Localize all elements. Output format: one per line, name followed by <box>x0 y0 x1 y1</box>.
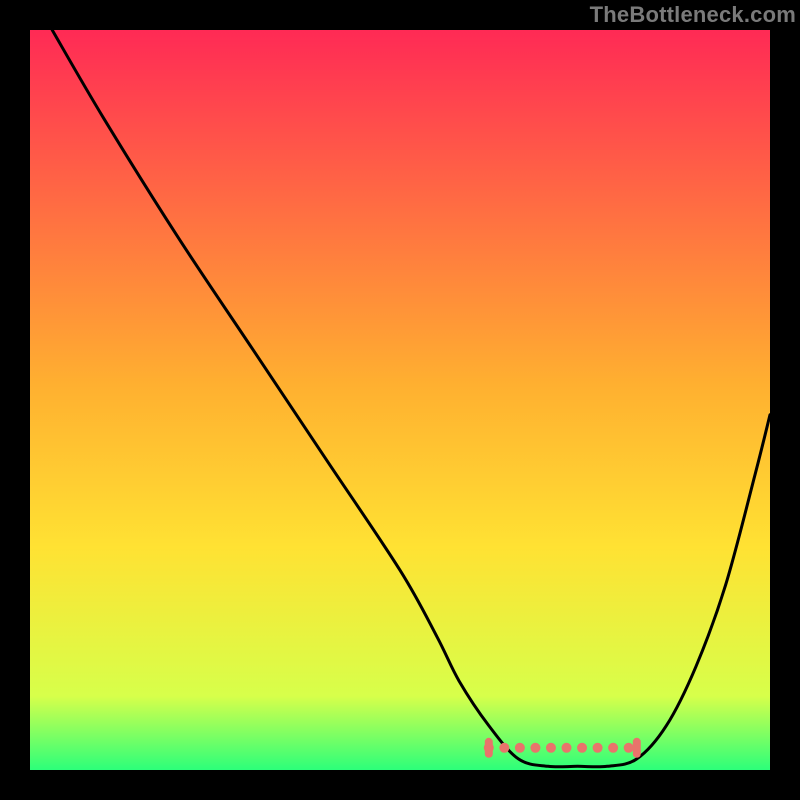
optimal-marker-dot <box>530 743 540 753</box>
chart-container: { "watermark": "TheBottleneck.com", "cha… <box>0 0 800 800</box>
optimal-marker-dot <box>515 743 525 753</box>
optimal-marker-dot <box>593 743 603 753</box>
optimal-marker-dot <box>562 743 572 753</box>
site-watermark: TheBottleneck.com <box>590 2 796 28</box>
optimal-marker-end <box>485 738 493 758</box>
optimal-marker-end <box>633 738 641 758</box>
optimal-marker-dot <box>499 743 509 753</box>
optimal-marker-dot <box>577 743 587 753</box>
optimal-marker-dot <box>608 743 618 753</box>
optimal-marker-dot <box>546 743 556 753</box>
optimal-marker-dot <box>624 743 634 753</box>
plot-background <box>30 30 770 770</box>
bottleneck-chart <box>0 0 800 800</box>
